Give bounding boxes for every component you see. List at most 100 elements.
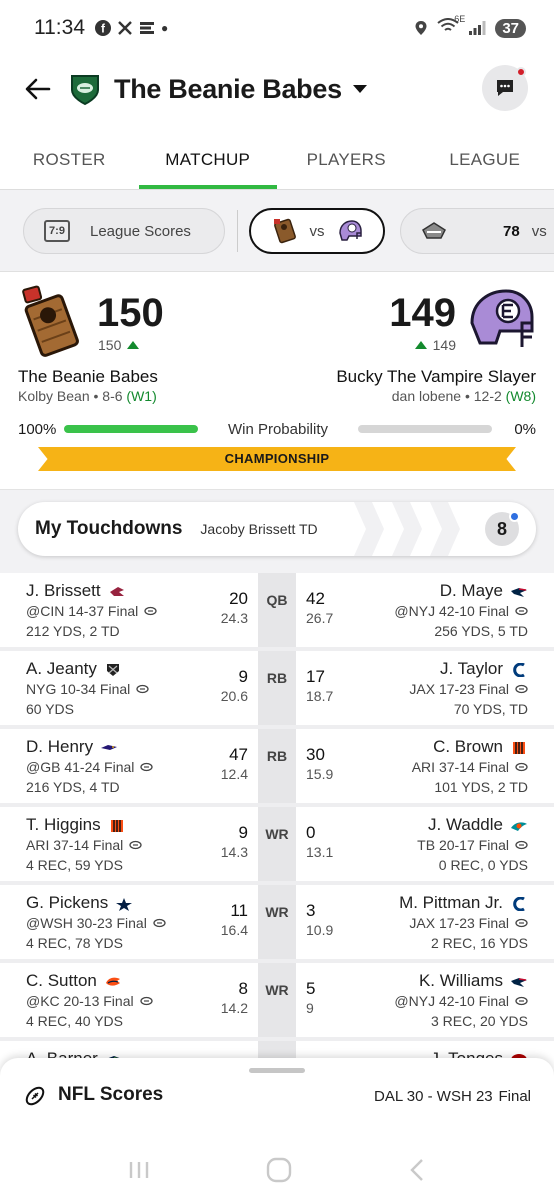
position-label: QB (258, 573, 296, 647)
nfl-game-score[interactable]: DAL 30 - WSH 23 (374, 1088, 493, 1105)
game-status-icon (515, 603, 528, 619)
cornhole-team-logo (22, 285, 79, 357)
matchup-row: A. Jeanty NYG 10-34 Final 60 YDS 9 20.6 RB J. … (0, 651, 554, 725)
game-result: @NYJ 42-10 Final (394, 603, 509, 619)
team-title[interactable]: The Beanie Babes (114, 74, 342, 105)
home-record: 8-6 (102, 388, 123, 404)
home-player-slot[interactable]: C. Sutton @KC 20-13 Final 4 REC, 40 YDS 8 14… (0, 963, 258, 1037)
matchup-row: T. Higgins ARI 37-14 Final 4 REC, 59 YDS 9 1… (0, 807, 554, 881)
arrow-up-icon (414, 341, 427, 349)
strip-divider (237, 210, 238, 252)
away-player-slot[interactable]: M. Pittman Jr. JAX 17-23 Final 2 REC, 16 Y… (296, 885, 554, 959)
player-stats: 60 YDS (26, 701, 74, 717)
player-game: @NYJ 42-10 Final (394, 603, 528, 619)
vs-label: vs (309, 222, 325, 240)
other-vs-label: vs (531, 222, 547, 240)
player-name[interactable]: K. Williams (419, 971, 503, 991)
home-player-slot[interactable]: J. Brissett @CIN 14-37 Final 212 YDS, 2 TD… (0, 573, 258, 647)
matchup-carousel[interactable]: 7:9 League Scores vs 78 vs 154 (0, 190, 554, 272)
away-player-slot[interactable]: J. Waddle TB 20-17 Final 0 REC, 0 YDS 0 13.1 (296, 807, 554, 881)
raiders-icon (104, 662, 122, 676)
signal-icon (469, 21, 486, 35)
player-name[interactable]: A. Jeanty (26, 659, 97, 679)
back-button[interactable] (22, 73, 54, 105)
home-player-slot[interactable]: G. Pickens @WSH 30-23 Final 4 REC, 78 YDS 1… (0, 885, 258, 959)
player-stats: 3 REC, 20 YDS (430, 1013, 528, 1029)
tab-matchup[interactable]: MATCHUP (138, 130, 278, 189)
player-points: 9 (238, 667, 248, 686)
patriots-icon (510, 974, 528, 988)
player-name[interactable]: C. Brown (433, 737, 503, 757)
player-header: J. Taylor (440, 659, 528, 679)
player-name[interactable]: C. Sutton (26, 971, 97, 991)
my-touchdowns-card[interactable]: My Touchdowns Jacoby Brissett TD 8 (18, 502, 536, 556)
player-projection: 14.3 (220, 844, 248, 860)
away-player-slot[interactable]: K. Williams @NYJ 42-10 Final 3 REC, 20 YDS… (296, 963, 554, 1037)
other-matchup-pill[interactable]: 78 vs 154 (400, 208, 554, 254)
app-header: The Beanie Babes (0, 56, 554, 122)
matchup-row: J. Brissett @CIN 14-37 Final 212 YDS, 2 TD… (0, 573, 554, 647)
touchdowns-latest: Jacoby Brissett TD (200, 521, 318, 537)
current-matchup-pill[interactable]: vs (249, 208, 385, 254)
away-player-slot[interactable]: C. Brown ARI 37-14 Final 101 YDS, 2 TD 30 15… (296, 729, 554, 803)
player-stats: 216 YDS, 4 TD (26, 779, 120, 795)
player-header: C. Brown (433, 737, 528, 757)
home-player-slot[interactable]: D. Henry @GB 41-24 Final 216 YDS, 4 TD 47 12… (0, 729, 258, 803)
player-header: C. Sutton (26, 971, 122, 991)
player-header: J. Waddle (428, 815, 528, 835)
away-player-slot[interactable]: D. Maye @NYJ 42-10 Final 256 YDS, 5 TD 42 26… (296, 573, 554, 647)
helmet-icon (338, 220, 362, 241)
away-player-slot[interactable]: J. Taylor JAX 17-23 Final 70 YDS, TD 17 18.7 (296, 651, 554, 725)
away-team-name[interactable]: Bucky The Vampire Slayer (336, 367, 536, 387)
player-projection: 15.9 (306, 766, 334, 782)
player-projection: 12.4 (220, 766, 248, 782)
tab-players[interactable]: PLAYERS (277, 130, 416, 189)
game-result: @NYJ 42-10 Final (394, 993, 509, 1009)
player-stats: 0 REC, 0 YDS (438, 857, 528, 873)
player-name[interactable]: J. Waddle (428, 815, 503, 835)
home-projected-value: 150 (98, 337, 122, 353)
player-name[interactable]: T. Higgins (26, 815, 101, 835)
drag-handle[interactable] (249, 1068, 305, 1073)
player-stats: 101 YDS, 2 TD (434, 779, 528, 795)
player-name[interactable]: G. Pickens (26, 893, 108, 913)
player-projection: 24.3 (220, 610, 248, 626)
player-name[interactable]: M. Pittman Jr. (399, 893, 503, 913)
status-time: 11:34 (34, 16, 85, 39)
dolphins-icon (510, 818, 528, 832)
recent-apps-icon[interactable] (126, 1158, 152, 1182)
nfl-game-status: Final (498, 1088, 531, 1105)
home-player-slot[interactable]: T. Higgins ARI 37-14 Final 4 REC, 59 YDS 9 1… (0, 807, 258, 881)
player-name[interactable]: J. Brissett (26, 581, 101, 601)
player-game: @NYJ 42-10 Final (394, 993, 528, 1009)
player-header: M. Pittman Jr. (399, 893, 528, 913)
game-status-icon (515, 681, 528, 697)
other-score-a: 78 (503, 222, 520, 240)
chat-button[interactable] (482, 65, 528, 111)
arrow-left-icon (25, 78, 51, 100)
home-icon[interactable] (265, 1156, 293, 1184)
player-stats: 212 YDS, 2 TD (26, 623, 120, 639)
tab-roster[interactable]: ROSTER (0, 130, 139, 189)
home-team-record: Kolby Bean • 8-6 (W1) (18, 388, 157, 404)
status-system-icons: 6E 37 (414, 14, 526, 38)
status-notification-icons: f ● (95, 20, 168, 36)
player-game: ARI 37-14 Final (26, 837, 142, 853)
back-nav-icon[interactable] (406, 1157, 428, 1183)
tab-league[interactable]: LEAGUE (416, 130, 554, 189)
cornhole-icon (273, 218, 296, 244)
game-status-icon (515, 759, 528, 775)
player-name[interactable]: D. Maye (440, 581, 503, 601)
player-game: TB 20-17 Final (417, 837, 528, 853)
home-team-name[interactable]: The Beanie Babes (18, 367, 158, 387)
x-icon (118, 21, 132, 35)
player-name[interactable]: D. Henry (26, 737, 93, 757)
game-result: ARI 37-14 Final (26, 837, 124, 853)
home-player-slot[interactable]: A. Jeanty NYG 10-34 Final 60 YDS 9 20.6 (0, 651, 258, 725)
chevron-down-icon[interactable] (352, 84, 368, 94)
notification-dot (516, 67, 526, 77)
league-scores-button[interactable]: 7:9 League Scores (23, 208, 225, 254)
player-points: 9 (238, 823, 248, 842)
player-header: D. Maye (440, 581, 528, 601)
player-name[interactable]: J. Taylor (440, 659, 503, 679)
